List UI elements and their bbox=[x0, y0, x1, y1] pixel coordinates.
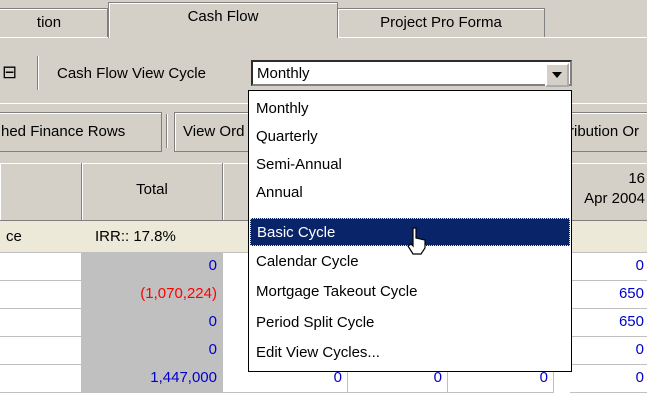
hide-finance-rows-button[interactable]: hed Finance Rows bbox=[0, 112, 162, 152]
grid-toggle-icon[interactable]: ⊟ bbox=[2, 62, 17, 83]
total-cell[interactable]: (1,070,224) bbox=[82, 281, 223, 309]
option-semi-annual[interactable]: Semi-Annual bbox=[250, 151, 570, 179]
total-cell[interactable]: 0 bbox=[82, 253, 223, 281]
row-label-cell[interactable] bbox=[0, 337, 82, 365]
total-cell[interactable]: 1,447,000 bbox=[82, 365, 223, 393]
option-monthly[interactable]: Monthly bbox=[250, 95, 570, 123]
view-cycle-label: Cash Flow View Cycle bbox=[57, 65, 206, 82]
row-header-corner bbox=[0, 163, 82, 221]
value-cell[interactable]: 650 bbox=[570, 281, 647, 309]
tab-project-pro-forma[interactable]: Project Pro Forma bbox=[337, 8, 545, 38]
value-cell[interactable]: 650 bbox=[570, 309, 647, 337]
option-period-split-cycle[interactable]: Period Split Cycle bbox=[250, 309, 570, 337]
tab-partial[interactable]: tion bbox=[0, 8, 108, 38]
button-label: hed Finance Rows bbox=[1, 123, 126, 140]
chevron-down-icon bbox=[552, 72, 562, 78]
tab-label: Cash Flow bbox=[187, 8, 259, 25]
header-label: Total bbox=[136, 181, 168, 198]
mouse-pointer-icon bbox=[407, 227, 426, 255]
toolbar-separator bbox=[37, 56, 39, 90]
view-cycle-select[interactable]: Monthly bbox=[251, 60, 572, 87]
row-label-cell[interactable] bbox=[0, 365, 82, 393]
value-cell[interactable]: 0 bbox=[570, 337, 647, 365]
dropdown-arrow-button[interactable] bbox=[545, 63, 569, 87]
tab-label: Project Pro Forma bbox=[380, 14, 502, 31]
option-quarterly[interactable]: Quarterly bbox=[250, 123, 570, 151]
row-label-cell[interactable] bbox=[0, 281, 82, 309]
distribution-order-button[interactable]: ribution Or bbox=[560, 112, 647, 152]
value-cell[interactable]: 0 bbox=[570, 365, 647, 393]
option-annual[interactable]: Annual bbox=[250, 179, 570, 207]
row-label-cell[interactable] bbox=[0, 309, 82, 337]
irr-row-label: ce bbox=[6, 228, 22, 245]
option-edit-view-cycles[interactable]: Edit View Cycles... bbox=[250, 339, 570, 367]
total-cell[interactable]: 0 bbox=[82, 337, 223, 365]
row-label-cell[interactable] bbox=[0, 253, 82, 281]
tab-label: tion bbox=[36, 14, 62, 31]
view-cycle-value: Monthly bbox=[257, 65, 310, 82]
value-cell[interactable]: 0 bbox=[570, 253, 647, 281]
button-label: View Ord bbox=[183, 123, 245, 140]
total-cell[interactable]: 0 bbox=[82, 309, 223, 337]
total-column-header[interactable]: Total bbox=[82, 163, 223, 221]
row2-separator bbox=[166, 114, 168, 148]
tab-cash-flow[interactable]: Cash Flow bbox=[108, 2, 338, 38]
option-mortgage-takeout-cycle[interactable]: Mortgage Takeout Cycle bbox=[250, 278, 570, 306]
button-label: ribution Or bbox=[569, 123, 640, 140]
irr-value: IRR:: 17.8% bbox=[95, 228, 176, 245]
